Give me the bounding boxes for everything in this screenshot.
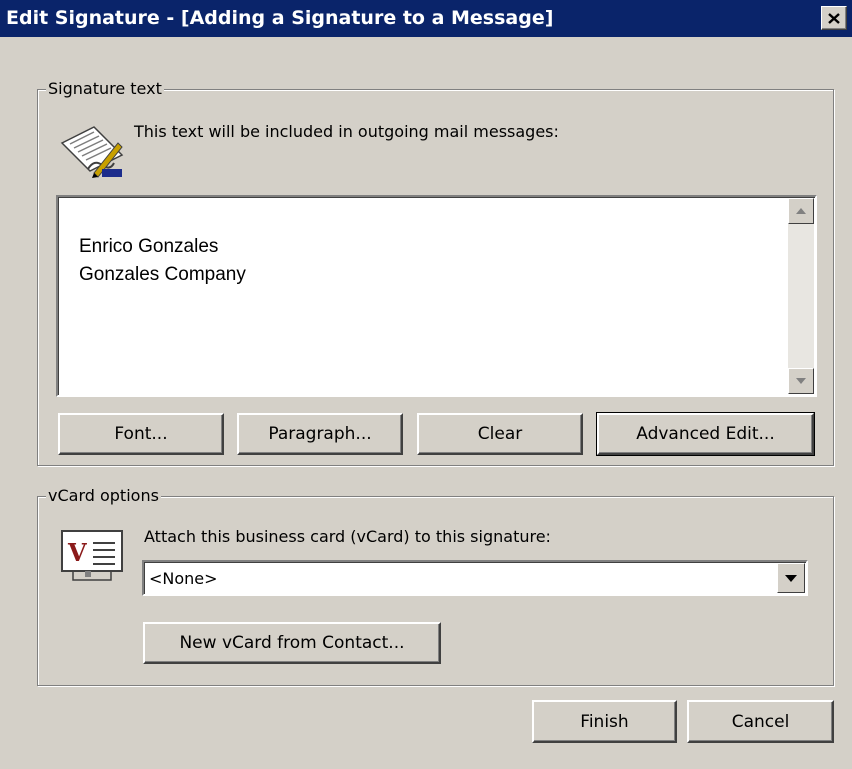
chevron-down-icon [785,574,797,582]
arrow-down-icon [796,378,806,384]
close-icon [828,12,840,24]
signature-text[interactable]: Enrico Gonzales Gonzales Company [79,233,246,289]
signature-pen-icon [60,126,124,178]
signature-group-legend: Signature text [46,79,164,98]
advanced-edit-button[interactable]: Advanced Edit... [596,412,815,456]
new-vcard-button[interactable]: New vCard from Contact... [143,622,441,664]
scroll-down-button[interactable] [788,368,814,394]
svg-text:V: V [67,538,87,567]
vcard-dropdown-button[interactable] [777,563,805,593]
close-button[interactable] [821,6,847,30]
vcard-instruction: Attach this business card (vCard) to thi… [144,527,551,546]
paragraph-button[interactable]: Paragraph... [237,413,403,455]
vcard-selected-value: <None> [149,569,218,588]
title-bar: Edit Signature - [Adding a Signature to … [0,0,852,37]
window-title: Edit Signature - [Adding a Signature to … [6,7,554,29]
signature-instruction: This text will be included in outgoing m… [134,122,559,141]
vertical-scrollbar[interactable] [788,198,814,394]
finish-button[interactable]: Finish [532,700,677,743]
cancel-button[interactable]: Cancel [687,700,834,743]
vcard-icon: V [61,530,123,581]
signature-textarea[interactable]: Enrico Gonzales Gonzales Company [56,195,817,397]
clear-button[interactable]: Clear [417,413,583,455]
vcard-select[interactable]: <None> [142,560,808,596]
scroll-up-button[interactable] [788,198,814,224]
font-button[interactable]: Font... [58,413,224,455]
vcard-group-legend: vCard options [46,486,161,505]
arrow-up-icon [796,208,806,214]
